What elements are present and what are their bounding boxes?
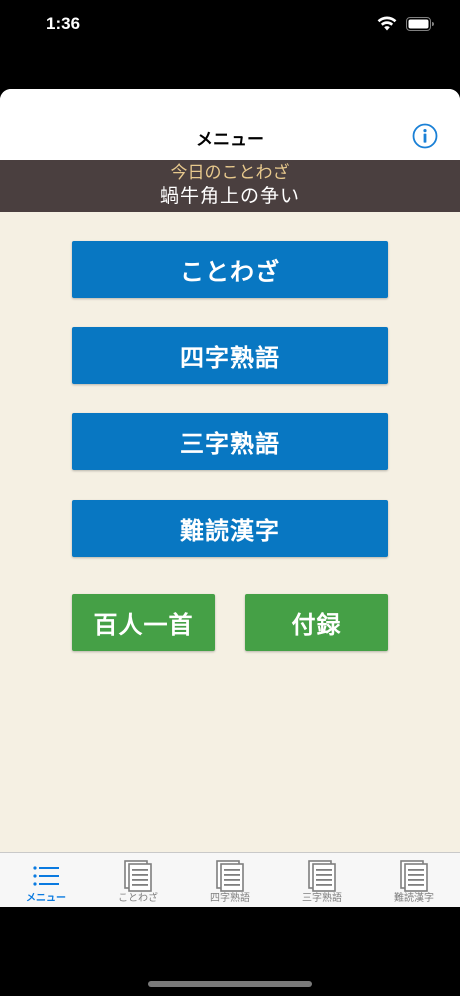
proverb-of-the-day-banner: 今日のことわざ 蝸牛角上の争い (0, 160, 460, 212)
tab-label: 四字熟語 (210, 893, 250, 904)
document-icon (400, 860, 428, 892)
tab-menu[interactable]: メニュー (0, 853, 92, 907)
tab-sanji-jukugo[interactable]: 三字熟語 (276, 853, 368, 907)
status-icons (377, 16, 434, 31)
document-icon (124, 860, 152, 892)
tab-bar: メニュー ことわざ 四字熟語 三字熟語 難読漢字 (0, 852, 460, 907)
status-time: 1:36 (46, 14, 81, 33)
tab-label: 難読漢字 (394, 893, 434, 904)
kotowaza-button[interactable]: ことわざ (72, 241, 388, 298)
appendix-button[interactable]: 付録 (245, 594, 388, 651)
sanji-jukugo-button[interactable]: 三字熟語 (72, 413, 388, 470)
status-bar: 1:36 (0, 0, 460, 50)
battery-icon (406, 16, 434, 31)
hyakunin-isshu-button[interactable]: 百人一首 (72, 594, 215, 651)
navigation-bar: メニュー (0, 89, 460, 160)
tab-yoji-jukugo[interactable]: 四字熟語 (184, 853, 276, 907)
tab-label: 三字熟語 (302, 893, 342, 904)
tab-label: ことわざ (118, 893, 158, 904)
proverb-caption: 今日のことわざ (170, 163, 290, 183)
yoji-jukugo-button[interactable]: 四字熟語 (72, 327, 388, 384)
info-circle-icon (412, 123, 438, 149)
info-button[interactable] (412, 123, 438, 149)
proverb-text: 蝸牛角上の争い (159, 185, 300, 207)
document-icon (308, 860, 336, 892)
tab-kotowaza[interactable]: ことわざ (92, 853, 184, 907)
tab-label: メニュー (26, 893, 66, 904)
list-icon (33, 866, 59, 886)
wifi-icon (377, 16, 397, 31)
document-icon (216, 860, 244, 892)
menu-content: ことわざ 四字熟語 三字熟語 難読漢字 百人一首 付録 (0, 212, 460, 852)
page-title: メニュー (196, 130, 264, 150)
nandoku-kanji-button[interactable]: 難読漢字 (72, 500, 388, 557)
menu-sheet: メニュー 今日のことわざ 蝸牛角上の争い ことわざ 四字熟語 三字熟語 難読漢字… (0, 89, 460, 907)
tab-nandoku-kanji[interactable]: 難読漢字 (368, 853, 460, 907)
home-indicator (148, 981, 312, 987)
